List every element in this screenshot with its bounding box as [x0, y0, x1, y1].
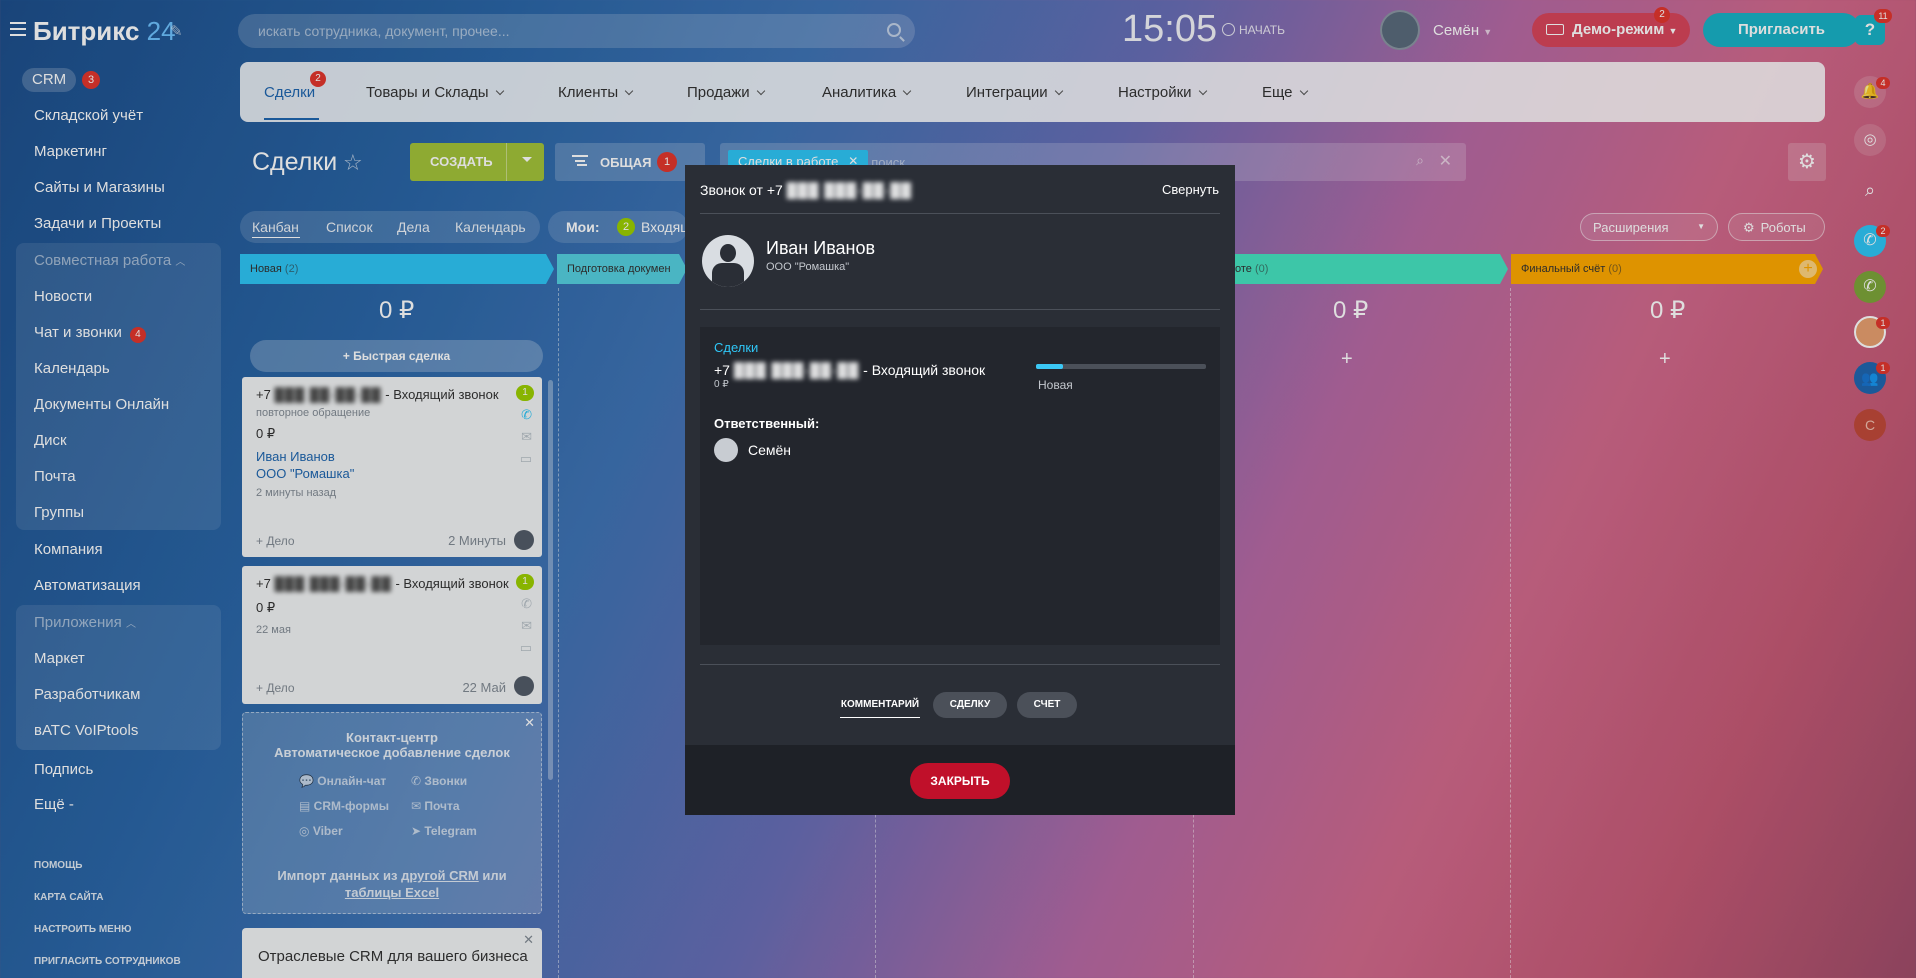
divider — [700, 213, 1220, 214]
tab-deal[interactable]: СДЕЛКУ — [933, 692, 1007, 718]
phone-masked: ███ ███-██-██ — [733, 362, 860, 378]
caller-company[interactable]: ООО "Ромашка" — [766, 261, 849, 273]
close-button[interactable]: ЗАКРЫТЬ — [910, 763, 1010, 799]
deal-suffix: - Входящий звонок — [863, 362, 986, 378]
divider — [700, 309, 1220, 310]
crm-info-panel: Сделки +7 ███ ███-██-██ - Входящий звоно… — [700, 327, 1220, 645]
call-title-prefix: Звонок от +7 — [700, 182, 783, 198]
responsible-name[interactable]: Семён — [748, 442, 791, 458]
phone-masked: ███ ███-██-██ — [786, 182, 913, 198]
responsible-label: Ответственный: — [714, 416, 820, 431]
call-popup: Звонок от +7 ███ ███-██-██ Свернуть Иван… — [685, 165, 1235, 815]
phone-prefix: +7 — [714, 362, 730, 378]
stage-label: Новая — [1038, 378, 1073, 392]
caller-avatar — [702, 235, 754, 287]
stage-progress-fill — [1036, 364, 1064, 369]
responsible-avatar — [714, 438, 738, 462]
deal-link[interactable]: +7 ███ ███-██-██ - Входящий звонок — [714, 362, 985, 378]
divider — [700, 664, 1220, 665]
deals-label: Сделки — [714, 340, 759, 355]
collapse-button[interactable]: Свернуть — [1162, 182, 1219, 197]
call-title: Звонок от +7 ███ ███-██-██ — [700, 182, 912, 198]
caller-name[interactable]: Иван Иванов — [766, 238, 875, 259]
stage-progress-bar — [1036, 364, 1206, 369]
deal-sum: 0 ₽ — [714, 379, 729, 390]
tab-comment[interactable]: КОММЕНТАРИЙ — [840, 692, 920, 718]
tab-invoice[interactable]: СЧЕТ — [1017, 692, 1077, 718]
